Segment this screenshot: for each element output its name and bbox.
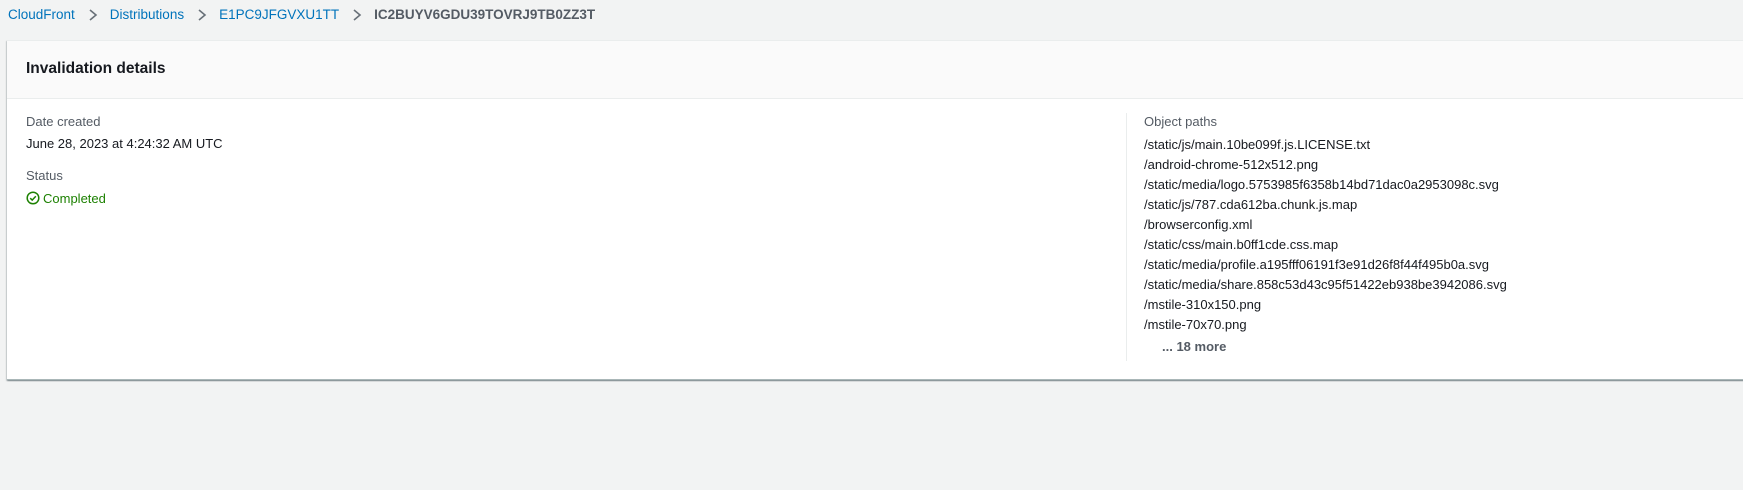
object-path-item: /mstile-310x150.png	[1144, 297, 1262, 312]
panel-title: Invalidation details	[26, 60, 166, 77]
object-path-item: /browserconfig.xml	[1144, 217, 1253, 232]
object-path-item: /static/media/logo.5753985f6358b14bd71da…	[1144, 177, 1499, 192]
status-check-circle-icon	[26, 191, 40, 205]
object-path-item: /mstile-70x70.png	[1144, 317, 1247, 332]
object-path-item: /static/js/787.cda612ba.chunk.js.map	[1144, 197, 1358, 212]
chevron-right-icon	[351, 6, 363, 24]
date-created-label: Date created	[26, 114, 101, 129]
object-path-item: /android-chrome-512x512.png	[1144, 157, 1319, 172]
column-divider	[1126, 113, 1127, 361]
object-path-item: /static/css/main.b0ff1cde.css.map	[1144, 237, 1339, 252]
breadcrumb-current-invalidation: IC2BUYV6GDU39TOVRJ9TB0ZZ3T	[374, 7, 596, 22]
breadcrumb-cloudfront[interactable]: CloudFront	[8, 6, 75, 24]
object-path-item: /static/js/main.10be099f.js.LICENSE.txt	[1144, 137, 1371, 152]
chevron-right-icon	[196, 6, 208, 24]
status-label: Status	[26, 168, 63, 183]
breadcrumb-distributions[interactable]: Distributions	[110, 6, 184, 24]
object-paths-column: Object paths /static/js/main.10be099f.js…	[1144, 113, 1724, 356]
breadcrumb-distribution-id[interactable]: E1PC9JFGVXU1TT	[219, 6, 339, 24]
object-paths-label: Object paths	[1144, 114, 1217, 129]
panel-header: Invalidation details	[7, 41, 1743, 99]
show-more-paths-button[interactable]: ... 18 more	[1162, 338, 1724, 356]
date-created-value: June 28, 2023 at 4:24:32 AM UTC	[26, 136, 223, 151]
status-value: Completed	[43, 190, 106, 206]
breadcrumb: CloudFront Distributions E1PC9JFGVXU1TT …	[8, 6, 595, 24]
invalidation-details-panel: Invalidation details Date created June 2…	[7, 40, 1743, 380]
chevron-right-icon	[87, 6, 99, 24]
object-path-item: /static/media/share.858c53d43c95f51422eb…	[1144, 277, 1507, 292]
status-indicator: Completed	[26, 189, 1126, 207]
object-paths-list: /static/js/main.10be099f.js.LICENSE.txt …	[1144, 135, 1724, 335]
object-path-item: /static/media/profile.a195fff06191f3e91d…	[1144, 257, 1490, 272]
details-left-column: Date created June 28, 2023 at 4:24:32 AM…	[26, 113, 1126, 207]
